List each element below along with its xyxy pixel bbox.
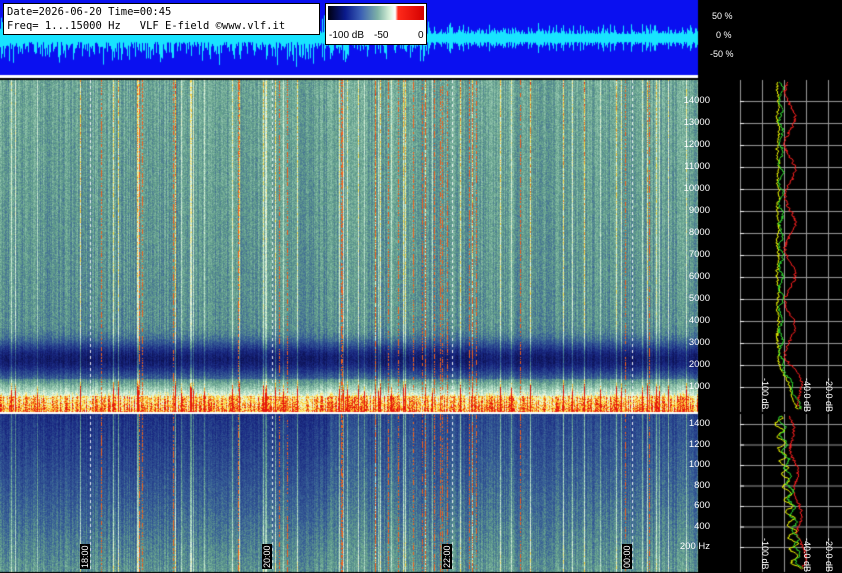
time-label: 20:00 [262,544,272,569]
scale-max-label: 0 [418,30,424,41]
time-label: 00:00 [622,544,632,569]
upper-freq-label: 14000 [683,95,710,106]
upper-freq-label: 8000 [688,227,710,238]
lower-freq-label: 600 [694,500,710,511]
lower-freq-label: 1000 [688,459,710,470]
upper-freq-label: 3000 [688,337,710,348]
upper-freq-label: 11000 [684,161,710,172]
lower-freq-label: 400 [694,520,710,532]
lower-freq-label: 1400 [688,418,710,429]
lower-freq-label: 1200 [688,438,710,450]
lower-freq-label: 200 Hz [679,541,710,552]
time-label: 18:00 [80,544,90,569]
spectrogram-canvas [0,0,842,573]
upper-freq-label: 4000 [688,315,710,326]
date-time-text: Date=2026-06-20 Time=00:45 [7,6,172,18]
upper-freq-label: 6000 [688,271,710,282]
waveform-label-bottom: -50 % [710,49,734,59]
freq-range-text: Freq= 1...15000 Hz VLF E-field ©www.vlf.… [7,20,286,32]
lower-db-label: -40.0 dB [802,538,812,573]
upper-db-label: -20.0 dB [824,378,834,413]
color-scale-bar [328,6,424,20]
color-scale-legend: -100 dB -50 0 [325,3,427,45]
waveform-label-top: 50 % [712,11,733,21]
upper-freq-label: 13000 [683,117,710,128]
scale-min-label: -100 dB [329,30,365,41]
waveform-label-mid: 0 % [716,30,732,40]
upper-freq-label: 7000 [688,249,710,260]
upper-freq-label: 1000 [688,381,710,392]
scale-mid-label: -50 [374,30,389,41]
upper-freq-label: 2000 [688,359,710,370]
lower-freq-label: 800 [694,479,710,491]
info-box: Date=2026-06-20 Time=00:45 Freq= 1...150… [3,3,320,35]
upper-freq-label: 9000 [688,205,710,216]
upper-freq-label: 10000 [683,183,710,194]
lower-db-label: -20.0 dB [824,538,834,573]
upper-freq-label: 12000 [683,139,710,150]
upper-db-label: -40.0 dB [802,378,812,413]
upper-freq-label: 5000 [688,293,710,304]
time-label: 22:00 [442,544,452,569]
upper-db-label: -100 dB [760,378,770,410]
lower-db-label: -100 dB [760,538,770,570]
